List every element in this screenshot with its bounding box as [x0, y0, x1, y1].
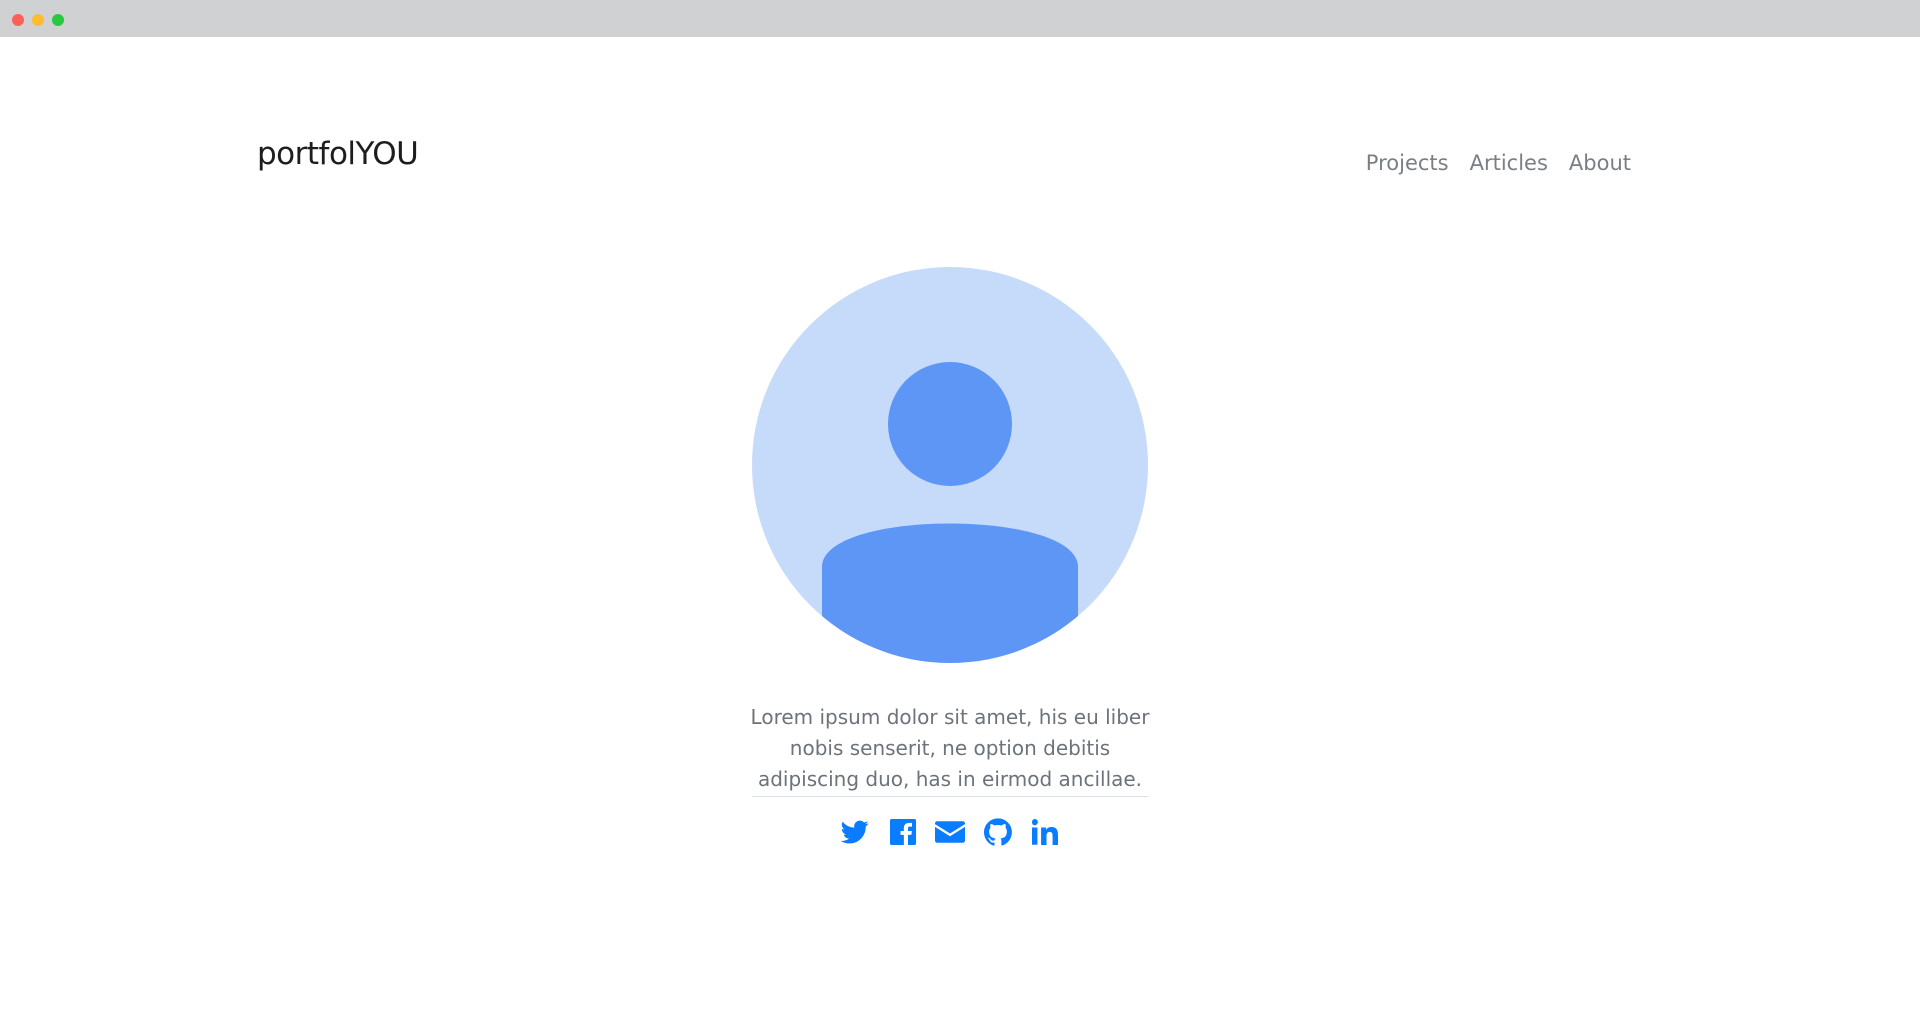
window-titlebar	[0, 0, 1920, 37]
linkedin-icon	[1032, 819, 1058, 845]
profile-bio: Lorem ipsum dolor sit amet, his eu liber…	[750, 705, 1150, 791]
site-brand-link[interactable]: portfolYOU	[257, 134, 419, 174]
nav-item-articles[interactable]: Articles	[1470, 148, 1548, 178]
twitter-link[interactable]	[840, 817, 870, 847]
email-icon	[935, 821, 965, 843]
close-window-button[interactable]	[12, 14, 24, 26]
social-links	[840, 816, 1060, 848]
nav-item-about[interactable]: About	[1569, 148, 1631, 178]
nav-item-projects[interactable]: Projects	[1366, 148, 1449, 178]
minimize-window-button[interactable]	[32, 14, 44, 26]
facebook-icon	[889, 819, 916, 845]
divider	[752, 796, 1148, 797]
main-nav: Projects Articles About	[1366, 148, 1631, 178]
github-link[interactable]	[983, 817, 1013, 847]
browser-window: portfolYOU Projects Articles About Lorem…	[0, 0, 1920, 1024]
maximize-window-button[interactable]	[52, 14, 64, 26]
user-avatar-icon	[752, 267, 1148, 663]
twitter-icon	[841, 820, 869, 844]
linkedin-link[interactable]	[1030, 817, 1060, 847]
email-link[interactable]	[935, 817, 965, 847]
facebook-link[interactable]	[888, 817, 918, 847]
github-icon	[983, 818, 1012, 846]
